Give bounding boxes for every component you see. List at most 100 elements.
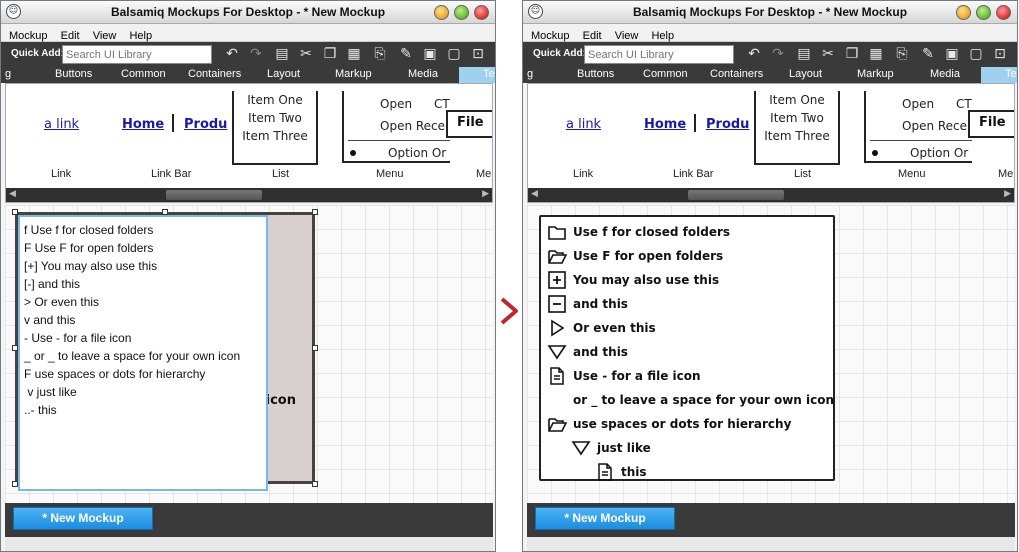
- linkbar-home[interactable]: Home: [122, 117, 164, 132]
- group-icon[interactable]: ▣: [943, 45, 961, 64]
- quick-add-search-input[interactable]: [62, 45, 212, 64]
- title-bar[interactable]: ☺ Balsamiq Mockups For Desktop - * New M…: [523, 1, 1017, 24]
- ungroup-icon[interactable]: ▢: [967, 45, 985, 64]
- list-component[interactable]: Item One Item Two Item Three: [754, 91, 840, 165]
- tree-item[interactable]: Use - for a file icon: [547, 365, 701, 387]
- tab-layout[interactable]: Layout: [789, 68, 822, 80]
- quick-add-label: Quick Add:: [533, 48, 586, 59]
- paste-icon[interactable]: ▦: [867, 45, 885, 64]
- tree-item[interactable]: just like: [571, 437, 651, 459]
- tree-text-editor[interactable]: f Use f for closed folders F Use F for o…: [18, 215, 268, 491]
- tab-containers[interactable]: Containers: [188, 68, 241, 80]
- mockup-canvas[interactable]: Use f for closed folders Use F for open …: [527, 205, 1015, 503]
- mockup-tabs-bar: * New Mockup: [527, 503, 1015, 537]
- linkbar-products[interactable]: Produ: [184, 117, 227, 132]
- duplicate-icon[interactable]: ⎘: [371, 45, 389, 64]
- group-icon[interactable]: ▣: [421, 45, 439, 64]
- menu-item-shortcut: CT: [956, 97, 972, 111]
- tab-buttons[interactable]: Buttons: [577, 68, 614, 80]
- redo-icon[interactable]: ↷: [769, 45, 787, 64]
- editor-line: [+] You may also use this: [24, 259, 158, 273]
- scroll-right-icon[interactable]: ▶: [1004, 189, 1011, 199]
- component-label-linkbar: Link Bar: [151, 168, 192, 180]
- list-component[interactable]: Item One Item Two Item Three: [232, 91, 318, 165]
- tab-media[interactable]: Media: [408, 68, 438, 80]
- new-mockup-tab[interactable]: * New Mockup: [535, 507, 675, 530]
- cut-icon[interactable]: ✂: [297, 45, 315, 64]
- mockup-tabs-bar: * New Mockup: [5, 503, 493, 537]
- link-component[interactable]: a link: [566, 117, 601, 132]
- tree-item[interactable]: use spaces or dots for hierarchy: [547, 413, 791, 435]
- menubar-file-component[interactable]: File: [446, 110, 492, 138]
- minimize-button[interactable]: [956, 5, 971, 20]
- editor-line: v just like: [24, 385, 77, 399]
- category-tabs: g Buttons Common Containers Layout Marku…: [523, 67, 1017, 83]
- tab-g[interactable]: g: [527, 68, 533, 80]
- tree-item[interactable]: Or even this: [547, 317, 656, 339]
- tree-item[interactable]: You may also use this: [547, 269, 719, 291]
- tree-item[interactable]: and this: [547, 293, 628, 315]
- quick-add-search-input[interactable]: [584, 45, 734, 64]
- menu-component[interactable]: Open CT Open Rece Option Or: [864, 91, 972, 163]
- window-title: Balsamiq Mockups For Desktop - * New Moc…: [110, 5, 386, 19]
- title-bar[interactable]: ☺ Balsamiq Mockups For Desktop - * New M…: [1, 1, 495, 24]
- tab-text[interactable]: Te: [483, 68, 495, 80]
- linkbar-home[interactable]: Home: [644, 117, 686, 132]
- resize-handle[interactable]: [312, 345, 318, 351]
- tree-item[interactable]: Use f for closed folders: [547, 221, 730, 243]
- tree-widget[interactable]: Use f for closed folders Use F for open …: [539, 215, 835, 481]
- tab-common[interactable]: Common: [121, 68, 166, 80]
- tree-item[interactable]: and this: [547, 341, 628, 363]
- scroll-left-icon[interactable]: ◀: [9, 189, 16, 199]
- eraser-icon[interactable]: ✎: [397, 45, 415, 64]
- link-component[interactable]: a link: [44, 117, 79, 132]
- tab-containers[interactable]: Containers: [710, 68, 763, 80]
- lock-icon[interactable]: ⊡: [991, 45, 1009, 64]
- scrollbar-thumb[interactable]: [166, 190, 262, 200]
- mockup-canvas[interactable]: icon f Use f for closed folders F Use F …: [5, 205, 493, 503]
- tree-item[interactable]: Use F for open folders: [547, 245, 723, 267]
- maximize-button[interactable]: [454, 5, 469, 20]
- clipboard-icon[interactable]: ▤: [273, 45, 291, 64]
- lock-icon[interactable]: ⊡: [469, 45, 487, 64]
- library-scrollbar[interactable]: ◀ ▶: [6, 188, 492, 202]
- resize-handle[interactable]: [312, 481, 318, 487]
- tab-common[interactable]: Common: [643, 68, 688, 80]
- linkbar-products[interactable]: Produ: [706, 117, 749, 132]
- redo-icon[interactable]: ↷: [247, 45, 265, 64]
- eraser-icon[interactable]: ✎: [919, 45, 937, 64]
- new-mockup-tab[interactable]: * New Mockup: [13, 507, 153, 530]
- tab-markup[interactable]: Markup: [335, 68, 372, 80]
- clipboard-icon[interactable]: ▤: [795, 45, 813, 64]
- scroll-right-icon[interactable]: ▶: [482, 189, 489, 199]
- duplicate-icon[interactable]: ⎘: [893, 45, 911, 64]
- component-label-menubar: Me: [998, 168, 1014, 180]
- minimize-button[interactable]: [434, 5, 449, 20]
- tab-media[interactable]: Media: [930, 68, 960, 80]
- cut-icon[interactable]: ✂: [819, 45, 837, 64]
- tab-g[interactable]: g: [5, 68, 11, 80]
- undo-icon[interactable]: ↶: [745, 45, 763, 64]
- status-bar: [5, 537, 493, 551]
- scroll-left-icon[interactable]: ◀: [531, 189, 538, 199]
- scrollbar-thumb[interactable]: [688, 190, 784, 200]
- copy-icon[interactable]: ❐: [321, 45, 339, 64]
- paste-icon[interactable]: ▦: [345, 45, 363, 64]
- maximize-button[interactable]: [976, 5, 991, 20]
- editor-line: - Use - for a file icon: [24, 331, 132, 345]
- copy-icon[interactable]: ❐: [843, 45, 861, 64]
- ungroup-icon[interactable]: ▢: [445, 45, 463, 64]
- tab-markup[interactable]: Markup: [857, 68, 894, 80]
- tree-item[interactable]: this: [595, 461, 647, 483]
- menubar-file-component[interactable]: File: [968, 110, 1014, 138]
- close-button[interactable]: [474, 5, 489, 20]
- tab-text[interactable]: Te: [1005, 68, 1017, 80]
- close-button[interactable]: [996, 5, 1011, 20]
- tree-item[interactable]: or _ to leave a space for your own icon: [547, 389, 834, 411]
- tab-buttons[interactable]: Buttons: [55, 68, 92, 80]
- resize-handle[interactable]: [312, 209, 318, 215]
- tab-layout[interactable]: Layout: [267, 68, 300, 80]
- library-scrollbar[interactable]: ◀ ▶: [528, 188, 1014, 202]
- menu-component[interactable]: Open CT Open Rece Option Or: [342, 91, 450, 163]
- undo-icon[interactable]: ↶: [223, 45, 241, 64]
